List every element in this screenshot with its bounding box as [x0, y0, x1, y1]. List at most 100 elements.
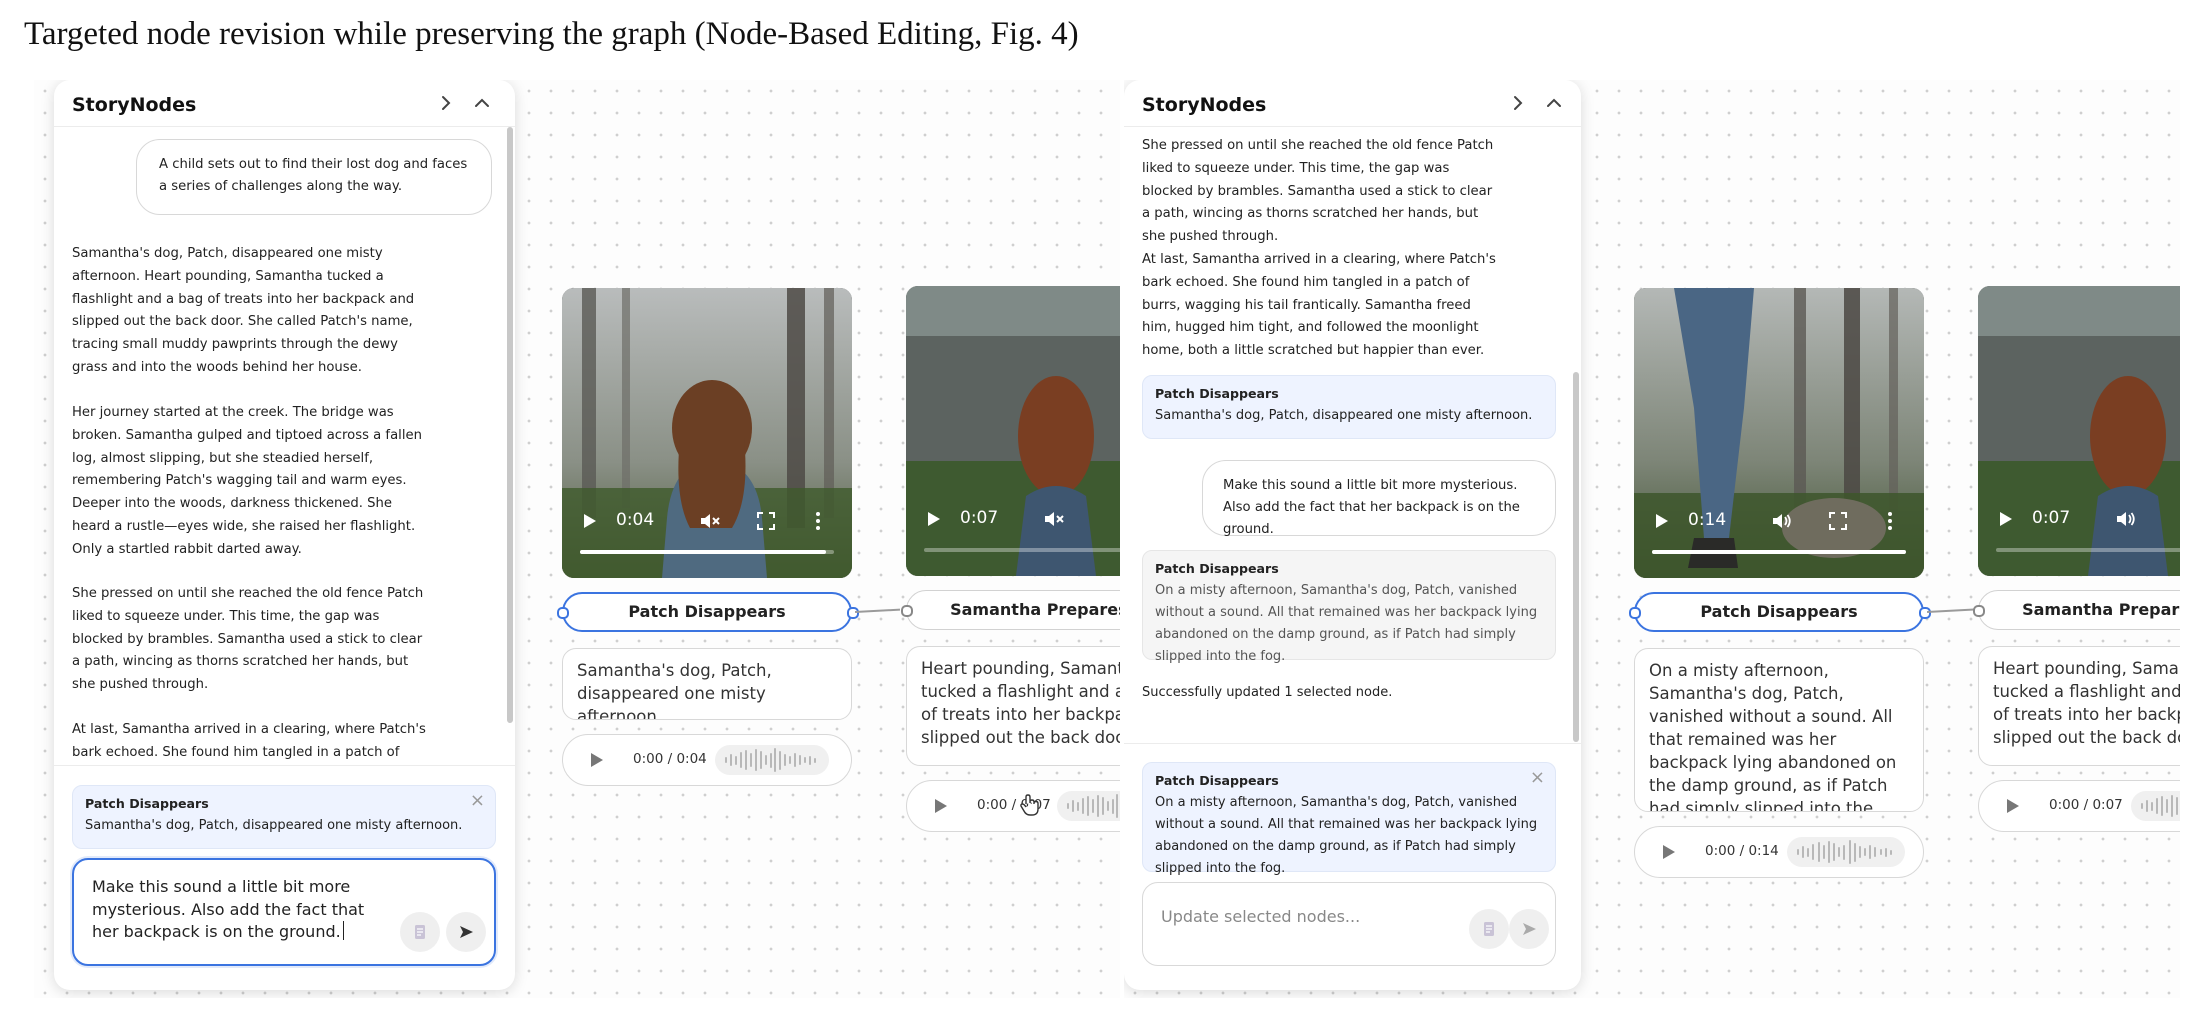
play-icon[interactable]: [1654, 512, 1670, 530]
update-input[interactable]: Make this sound a little bit more myster…: [72, 858, 496, 966]
selected-node-card[interactable]: Patch Disappears On a misty afternoon, S…: [1142, 762, 1556, 876]
waveform-bar: [1106, 801, 1109, 811]
update-input[interactable]: Update selected nodes...: [1142, 882, 1556, 966]
node-input-port[interactable]: [1973, 605, 1985, 617]
updated-node-card: Patch Disappears On a misty afternoon, S…: [1142, 550, 1556, 664]
waveform-bar: [1833, 843, 1836, 861]
send-button[interactable]: [1509, 909, 1549, 949]
chevron-right-icon[interactable]: [435, 92, 457, 114]
update-input-placeholder: Update selected nodes...: [1161, 907, 1361, 926]
close-icon[interactable]: ×: [1530, 769, 1545, 787]
figure-caption: Targeted node revision while preserving …: [24, 16, 1079, 52]
waveform-bar: [1848, 840, 1851, 864]
mute-icon[interactable]: [698, 509, 722, 533]
waveform-bar: [794, 753, 797, 767]
text-caret: [342, 921, 344, 940]
waveform-bar: [2165, 799, 2168, 813]
storynodes-sidebar: StoryNodes She pressed on until she reac…: [1124, 80, 1581, 990]
video-progress[interactable]: [580, 550, 834, 554]
more-icon[interactable]: [1886, 510, 1894, 532]
video-player[interactable]: 0:04: [562, 288, 852, 578]
node-output-port[interactable]: [847, 607, 859, 619]
attach-button[interactable]: [1469, 909, 1509, 949]
waveform-bar: [2175, 797, 2178, 815]
video-player[interactable]: 0:07: [1978, 286, 2180, 576]
status-message: Successfully updated 1 selected node.: [1142, 685, 1393, 700]
selected-node-card[interactable]: Patch Disappears Samantha's dog, Patch, …: [72, 785, 496, 849]
waveform-bar: [1858, 846, 1861, 858]
chevron-right-icon[interactable]: [1507, 92, 1529, 114]
close-icon[interactable]: ×: [470, 792, 485, 810]
fullscreen-icon[interactable]: [756, 511, 776, 531]
audio-player[interactable]: 0:00 / 0:04: [562, 734, 852, 786]
graph-canvas-before[interactable]: StoryNodes A child sets out to find thei…: [34, 80, 1120, 998]
video-time: 0:14: [1688, 510, 1727, 530]
chat-history[interactable]: She pressed on until she reached the old…: [1124, 127, 1581, 743]
audio-player[interactable]: 0:00 / 0:07: [906, 780, 1120, 832]
waveform-bar: [764, 755, 767, 765]
sidebar-scrollbar[interactable]: [1573, 372, 1579, 742]
video-progress[interactable]: [1652, 550, 1906, 554]
play-icon[interactable]: [1661, 843, 1677, 861]
waveform-bar: [1874, 847, 1877, 857]
video-player[interactable]: 0:07: [906, 286, 1120, 576]
update-input-value: Make this sound a little bit more myster…: [92, 877, 365, 941]
storynodes-sidebar: StoryNodes A child sets out to find thei…: [54, 80, 515, 990]
audio-time: 0:00 / 0:14: [1705, 843, 1779, 859]
volume-icon[interactable]: [1770, 509, 1794, 533]
node-text-card[interactable]: Heart pounding, Samantha tucked a flashl…: [906, 646, 1120, 766]
play-icon[interactable]: [1998, 510, 2014, 528]
play-icon[interactable]: [926, 510, 942, 528]
node-title-pill[interactable]: Patch Disappears: [562, 592, 852, 632]
node-input-port[interactable]: [901, 605, 913, 617]
node-input-port[interactable]: [557, 607, 569, 619]
node-text-card[interactable]: Samantha's dog, Patch, disappeared one m…: [562, 648, 852, 720]
play-icon[interactable]: [2005, 797, 2021, 815]
story-paragraph: At last, Samantha arrived in a clearing,…: [72, 722, 426, 760]
send-icon: [1523, 923, 1536, 935]
audio-player[interactable]: 0:00 / 0:14: [1634, 826, 1924, 878]
sidebar-scrollbar[interactable]: [507, 127, 513, 723]
audio-waveform: [2131, 791, 2180, 821]
send-button[interactable]: [446, 912, 486, 952]
node-text-card[interactable]: On a misty afternoon, Samantha's dog, Pa…: [1634, 648, 1924, 812]
video-progress[interactable]: [924, 548, 1120, 552]
waveform-bar: [774, 748, 777, 772]
chat-history[interactable]: A child sets out to find their lost dog …: [54, 127, 515, 765]
audio-player[interactable]: 0:00 / 0:07: [1978, 780, 2180, 832]
audio-waveform: [715, 745, 829, 775]
girl-backyard-thumbnail: [906, 286, 1120, 576]
chevron-up-icon[interactable]: [471, 92, 493, 114]
waveform-bar: [814, 757, 817, 763]
backpack-forest-thumbnail: [1634, 288, 1924, 578]
node-title-pill[interactable]: Patch Disappears: [1634, 592, 1924, 632]
node-title-pill[interactable]: Samantha Prepares to: [906, 590, 1120, 630]
waveform-bar: [729, 754, 732, 766]
mute-icon[interactable]: [1042, 507, 1066, 531]
play-icon[interactable]: [589, 751, 605, 769]
story-paragraph: Her journey started at the creek. The br…: [72, 405, 422, 557]
audio-time: 0:00 / 0:07: [2049, 797, 2123, 813]
context-node-text: Samantha's dog, Patch, disappeared one m…: [1155, 408, 1533, 423]
fullscreen-icon[interactable]: [1828, 511, 1848, 531]
node-input-port[interactable]: [1629, 607, 1641, 619]
sidebar-header: StoryNodes: [1124, 80, 1581, 127]
audio-time: 0:00 / 0:04: [633, 751, 707, 767]
chevron-up-icon[interactable]: [1543, 92, 1565, 114]
attach-button[interactable]: [400, 912, 440, 952]
play-icon[interactable]: [933, 797, 949, 815]
waveform-bar: [769, 752, 772, 768]
audio-waveform: [1787, 837, 1905, 867]
more-icon[interactable]: [814, 510, 822, 532]
graph-canvas-after[interactable]: StoryNodes She pressed on until she reac…: [1124, 80, 2180, 998]
node-output-port[interactable]: [1919, 607, 1931, 619]
waveform-bar: [1838, 847, 1841, 857]
play-icon[interactable]: [582, 512, 598, 530]
video-player[interactable]: 0:14: [1634, 288, 1924, 578]
node-title-pill[interactable]: Samantha Prepares to: [1978, 590, 2180, 630]
node-text-card[interactable]: Heart pounding, Samantha tucked a flashl…: [1978, 646, 2180, 766]
story-paragraph: She pressed on until she reached the old…: [72, 586, 424, 693]
sidebar-header: StoryNodes: [54, 80, 515, 127]
video-progress[interactable]: [1996, 548, 2180, 552]
volume-icon[interactable]: [2114, 507, 2138, 531]
